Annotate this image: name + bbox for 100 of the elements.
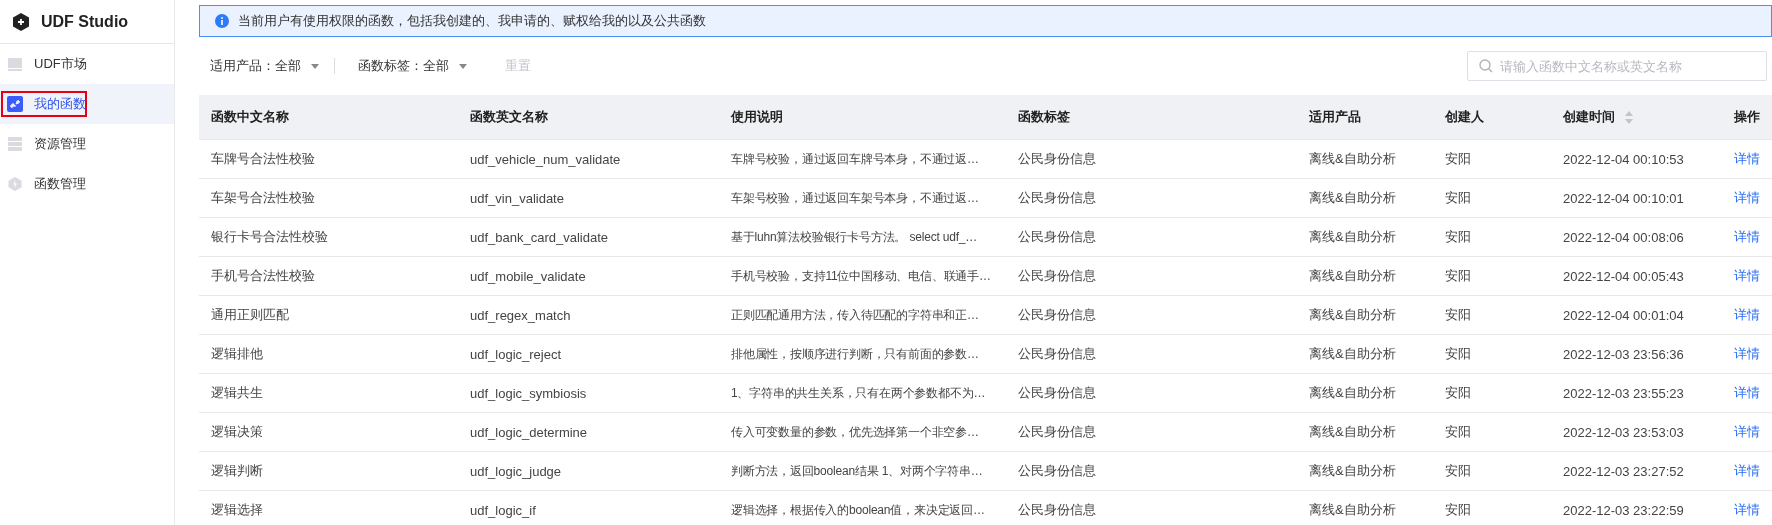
table-cell: udf_logic_if — [470, 502, 536, 518]
details-link[interactable]: 详情 — [1734, 151, 1760, 166]
details-link[interactable]: 详情 — [1734, 268, 1760, 283]
details-link[interactable]: 详情 — [1734, 463, 1760, 478]
app-title: UDF Studio — [41, 12, 129, 31]
search-field[interactable]: 请输入函数中文名称或英文名称 — [1467, 51, 1767, 81]
filter-dropdown[interactable]: 适用产品：全部 — [199, 57, 319, 75]
table-cell: 2022-12-03 23:27:52 — [1563, 463, 1684, 479]
table-cell: 排他属性，按顺序进行判断，只有前面的参数… — [731, 346, 979, 361]
column-header: 使用说明 — [731, 109, 783, 124]
details-link[interactable]: 详情 — [1734, 307, 1760, 322]
table-cell: udf_logic_determine — [470, 424, 588, 440]
details-link[interactable]: 详情 — [1734, 190, 1760, 205]
table-cell: udf_vin_validate — [470, 190, 564, 206]
table-cell: 2022-12-04 00:05:43 — [1563, 268, 1684, 284]
table-cell: 2022-12-04 00:10:01 — [1563, 190, 1684, 206]
table-cell: 安阳 — [1445, 346, 1471, 361]
column-header: 操作 — [1734, 109, 1760, 124]
table-cell: 2022-12-03 23:55:23 — [1563, 385, 1684, 401]
table-cell: 2022-12-04 00:08:06 — [1563, 229, 1684, 245]
table-cell: 2022-12-04 00:10:53 — [1563, 151, 1684, 167]
details-link[interactable]: 详情 — [1734, 502, 1760, 517]
table-cell: 1、字符串的共生关系，只有在两个参数都不为… — [731, 385, 986, 400]
table-cell: 公民身份信息 — [1018, 463, 1096, 478]
table-cell: 离线&自助分析 — [1309, 190, 1396, 205]
table-cell: 传入可变数量的参数，优先选择第一个非空参… — [731, 424, 979, 439]
table-cell: 离线&自助分析 — [1309, 307, 1396, 322]
table-cell: 公民身份信息 — [1018, 229, 1096, 244]
table-cell: 通用正则匹配 — [211, 307, 289, 322]
table-cell: 公民身份信息 — [1018, 346, 1096, 361]
table-cell: 公民身份信息 — [1018, 307, 1096, 322]
table-cell: 公民身份信息 — [1018, 424, 1096, 439]
table-cell: udf_logic_judge — [470, 463, 562, 479]
table-cell: 离线&自助分析 — [1309, 229, 1396, 244]
table-cell: 离线&自助分析 — [1309, 385, 1396, 400]
table-cell: 安阳 — [1445, 229, 1471, 244]
table-cell: 基于luhn算法校验银行卡号方法。 select udf_… — [731, 229, 978, 244]
table-cell: 公民身份信息 — [1018, 151, 1096, 166]
column-header: 函数标签 — [1018, 109, 1070, 124]
server-icon — [7, 136, 23, 152]
table-cell: 逻辑判断 — [211, 463, 263, 478]
details-link[interactable]: 详情 — [1734, 385, 1760, 400]
table-cell: 安阳 — [1445, 424, 1471, 439]
table-cell: 公民身份信息 — [1018, 502, 1096, 517]
info-icon — [215, 14, 229, 28]
sidebar-item[interactable]: 函数管理 — [0, 164, 174, 204]
table-cell: 2022-12-03 23:56:36 — [1563, 346, 1684, 362]
table-cell: 车牌号校验，通过返回车牌号本身，不通过返… — [731, 151, 979, 166]
column-header: 函数中文名称 — [211, 109, 289, 124]
link-icon — [7, 96, 23, 112]
search-icon — [1479, 59, 1493, 73]
table-cell: 安阳 — [1445, 463, 1471, 478]
table-cell: 逻辑决策 — [211, 424, 263, 439]
table-cell: udf_regex_match — [470, 307, 571, 323]
table-cell: 2022-12-04 00:01:04 — [1563, 307, 1684, 323]
table-cell: 安阳 — [1445, 190, 1471, 205]
table-cell: 逻辑选择 — [211, 502, 263, 517]
table-cell: 离线&自助分析 — [1309, 502, 1396, 517]
filter-dropdown[interactable]: 函数标签：全部 — [347, 57, 467, 75]
table-cell: 车架号校验，通过返回车架号本身，不通过返… — [731, 190, 979, 205]
table-cell: 正则匹配通用方法，传入待匹配的字符串和正… — [731, 307, 979, 322]
column-header: 适用产品 — [1309, 109, 1361, 124]
column-header: 函数英文名称 — [470, 109, 548, 124]
table-cell: 逻辑选择，根据传入的boolean值，来决定返回… — [731, 502, 985, 517]
table-cell: udf_bank_card_validate — [470, 229, 609, 245]
table-cell: 手机号合法性校验 — [211, 268, 315, 283]
column-header: 创建人 — [1445, 109, 1484, 124]
table-cell: udf_logic_symbiosis — [470, 385, 587, 401]
column-header: 创建时间 — [1563, 108, 1615, 126]
table-cell: 公民身份信息 — [1018, 268, 1096, 283]
table-cell: 车架号合法性校验 — [211, 190, 315, 205]
hexagon-icon — [7, 176, 23, 192]
sidebar-item[interactable]: 资源管理 — [0, 124, 174, 164]
table-cell: 安阳 — [1445, 151, 1471, 166]
table-cell: 银行卡号合法性校验 — [211, 229, 328, 244]
sidebar-item[interactable]: 我的函数 — [0, 84, 174, 124]
table-cell: 离线&自助分析 — [1309, 268, 1396, 283]
details-link[interactable]: 详情 — [1734, 424, 1760, 439]
table-cell: 离线&自助分析 — [1309, 463, 1396, 478]
table-cell: 公民身份信息 — [1018, 385, 1096, 400]
table-cell: 离线&自助分析 — [1309, 346, 1396, 361]
table-cell: 手机号校验，支持11位中国移动、电信、联通手… — [731, 268, 991, 283]
details-link[interactable]: 详情 — [1734, 346, 1760, 361]
details-link[interactable]: 详情 — [1734, 229, 1760, 244]
caret-icon — [459, 63, 467, 69]
table-cell: 安阳 — [1445, 385, 1471, 400]
table-cell: 安阳 — [1445, 502, 1471, 517]
table-cell: 离线&自助分析 — [1309, 151, 1396, 166]
table-cell: 判断方法，返回boolean结果 1、对两个字符串… — [731, 463, 983, 478]
table-cell: udf_mobile_validate — [470, 268, 586, 284]
table-cell: 离线&自助分析 — [1309, 424, 1396, 439]
logo-icon — [13, 12, 29, 31]
table-cell: 逻辑共生 — [211, 385, 263, 400]
table-cell: 2022-12-03 23:22:59 — [1563, 502, 1684, 518]
table-cell: udf_vehicle_num_validate — [470, 151, 621, 167]
table-cell: 安阳 — [1445, 307, 1471, 322]
caret-icon — [311, 63, 319, 69]
table-cell: 安阳 — [1445, 268, 1471, 283]
table-cell: 车牌号合法性校验 — [211, 151, 315, 166]
sidebar-item[interactable]: UDF市场 — [0, 44, 174, 84]
